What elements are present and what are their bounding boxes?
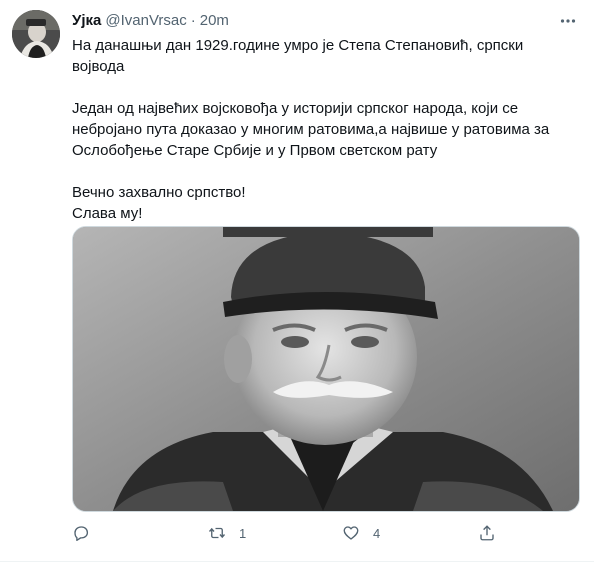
retweet-count: 1 — [239, 525, 247, 541]
tweet-content: Ујка @IvanVrsac · 20m На данашњи дан 192… — [72, 10, 580, 542]
retweet-icon — [208, 524, 226, 542]
reply-icon — [72, 524, 90, 542]
user-handle[interactable]: @IvanVrsac — [105, 11, 186, 31]
tweet-card[interactable]: Ујка @IvanVrsac · 20m На данашњи дан 192… — [0, 0, 594, 562]
timestamp[interactable]: 20m — [200, 11, 229, 31]
like-button[interactable]: 4 — [342, 520, 380, 546]
separator-dot: · — [190, 12, 196, 29]
tweet-header: Ујка @IvanVrsac · 20m — [72, 10, 578, 32]
tweet-text: На данашњи дан 1929.године умро је Степа… — [72, 37, 550, 222]
retweet-button[interactable]: 1 — [208, 520, 246, 546]
more-options-icon[interactable] — [558, 12, 578, 30]
share-button[interactable] — [478, 520, 509, 546]
display-name[interactable]: Ујка — [72, 11, 101, 31]
reply-button[interactable] — [72, 520, 103, 546]
heart-icon — [342, 524, 360, 542]
avatar-image — [12, 10, 60, 58]
tweet-actions: 1 4 — [72, 520, 502, 546]
like-count: 4 — [373, 525, 381, 541]
portrait-photo — [73, 227, 579, 511]
tweet-photo[interactable] — [72, 226, 580, 512]
avatar[interactable] — [12, 10, 60, 58]
share-icon — [478, 524, 496, 542]
